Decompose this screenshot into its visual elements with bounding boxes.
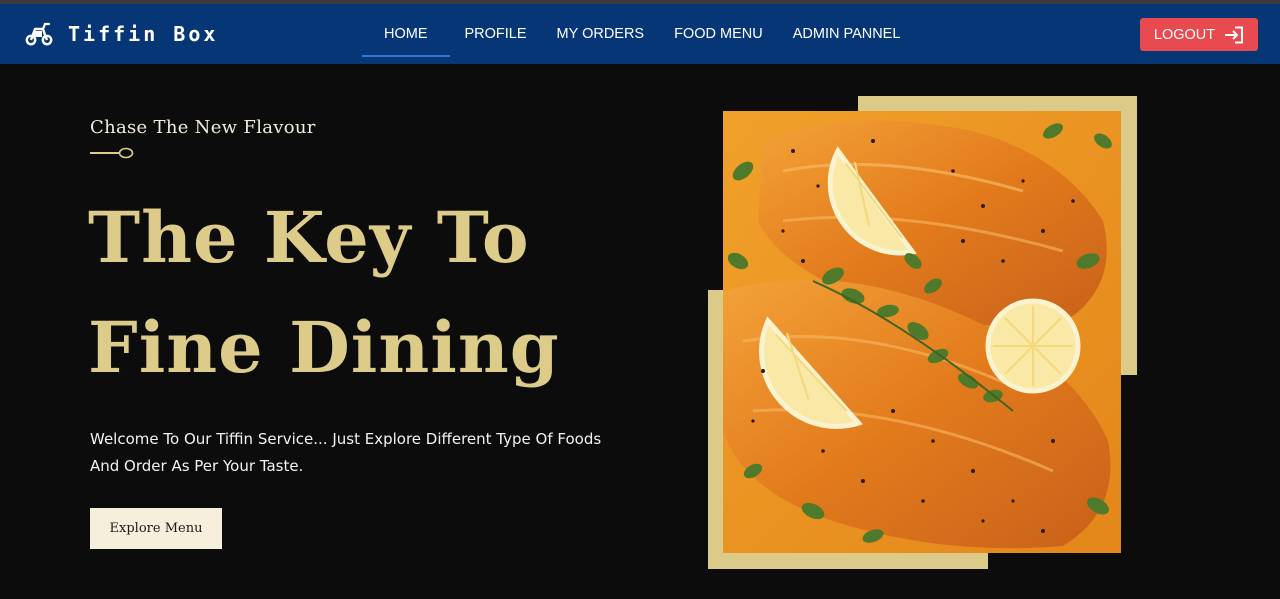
logout-button[interactable]: LOGOUT (1140, 18, 1258, 51)
hero-title: The Key To Fine Dining (88, 183, 560, 403)
hero-tagline: Chase The New Flavour (90, 117, 316, 138)
explore-menu-button[interactable]: Explore Menu (90, 508, 222, 549)
nav-profile[interactable]: PROFILE (450, 4, 542, 64)
nav-admin-pannel[interactable]: ADMIN PANNEL (778, 4, 916, 64)
nav-home[interactable]: HOME (362, 4, 450, 64)
nav-menu: HOME PROFILE MY ORDERS FOOD MENU ADMIN P… (362, 4, 915, 64)
hero-title-line-1: The Key To (88, 196, 530, 279)
hero-title-line-2: Fine Dining (88, 306, 560, 389)
brand-name: Tiffin Box (68, 22, 219, 46)
hero-description: Welcome To Our Tiffin Service... Just Ex… (90, 430, 602, 475)
logout-label: LOGOUT (1153, 26, 1216, 43)
navbar: Tiffin Box HOME PROFILE MY ORDERS FOOD M… (0, 4, 1280, 64)
scooter-icon (25, 22, 53, 46)
logout-icon (1225, 26, 1244, 43)
brand[interactable]: Tiffin Box (24, 21, 218, 47)
spoon-divider-icon (90, 147, 134, 159)
nav-food-menu[interactable]: FOOD MENU (659, 4, 778, 64)
nav-my-orders[interactable]: MY ORDERS (542, 4, 660, 64)
hero-food-image (723, 111, 1121, 553)
salmon-lemon-illustration (723, 111, 1121, 553)
